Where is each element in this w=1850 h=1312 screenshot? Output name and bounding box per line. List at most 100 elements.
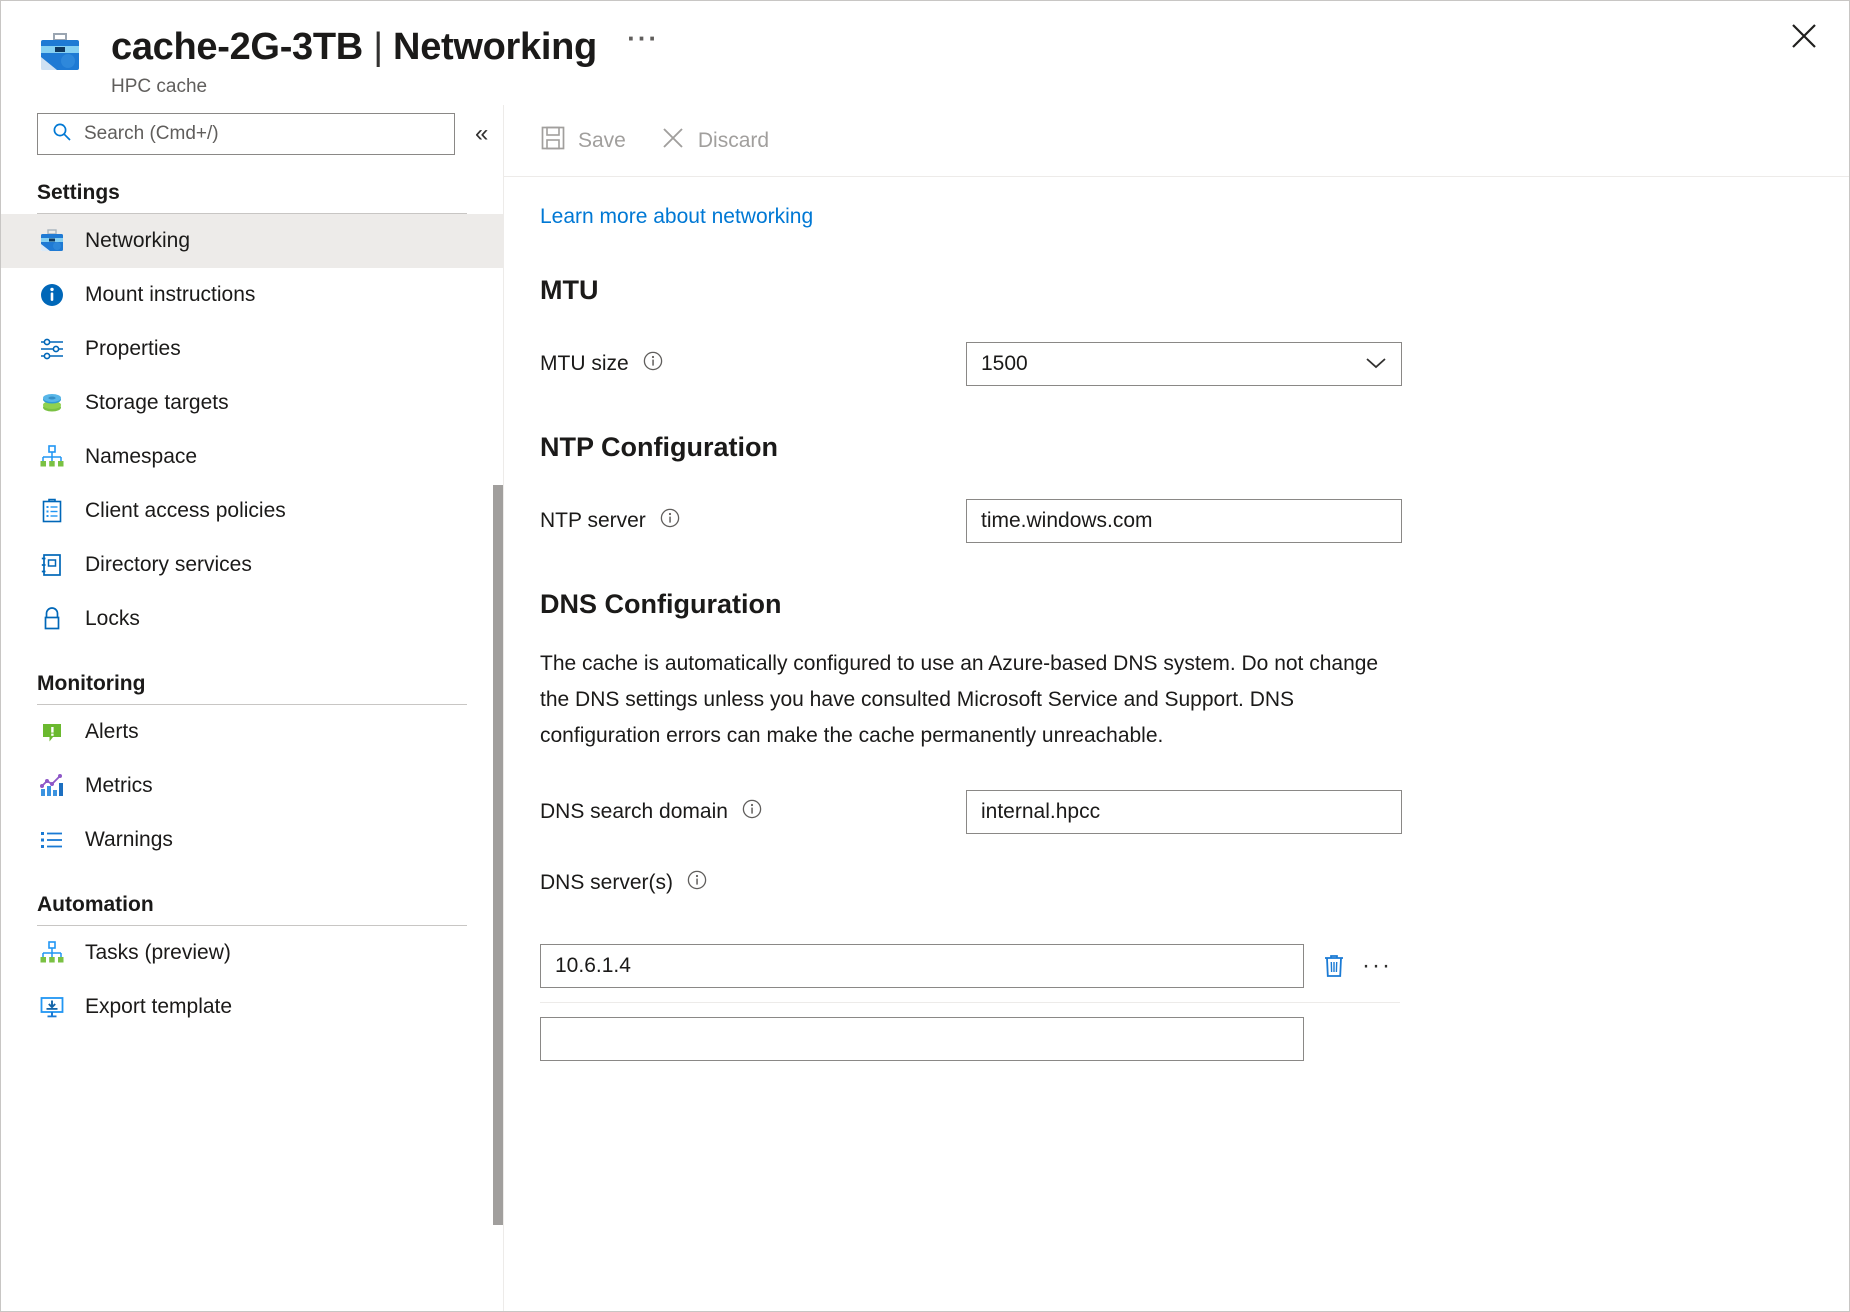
ntp-server-label-group: NTP server bbox=[540, 508, 966, 534]
hierarchy-icon bbox=[37, 938, 67, 968]
list-icon bbox=[37, 825, 67, 855]
mtu-size-row: MTU size 1500 bbox=[540, 342, 1849, 386]
clipboard-list-icon bbox=[37, 496, 67, 526]
dns-servers-label-row: DNS server(s) bbox=[540, 870, 1849, 896]
mtu-size-value: 1500 bbox=[981, 343, 1028, 385]
sidebar-item-label: Locks bbox=[85, 606, 140, 632]
sidebar-item-label: Namespace bbox=[85, 444, 197, 470]
sidebar: « Settings Networking bbox=[1, 105, 504, 1311]
dns-server-value: 10.6.1.4 bbox=[555, 954, 631, 978]
ntp-server-label: NTP server bbox=[540, 509, 646, 533]
dns-server-row bbox=[540, 1003, 1400, 1075]
sidebar-item-export-template[interactable]: Export template bbox=[1, 980, 503, 1034]
sidebar-item-label: Mount instructions bbox=[85, 282, 255, 308]
database-disks-icon bbox=[37, 388, 67, 418]
sidebar-item-storage-targets[interactable]: Storage targets bbox=[1, 376, 503, 430]
sidebar-item-mount-instructions[interactable]: Mount instructions bbox=[1, 268, 503, 322]
ntp-server-value: time.windows.com bbox=[981, 500, 1153, 542]
sidebar-item-warnings[interactable]: Warnings bbox=[1, 813, 503, 867]
section-title-mtu: MTU bbox=[540, 275, 1849, 306]
ntp-server-row: NTP server time.windows.com bbox=[540, 499, 1849, 543]
collapse-sidebar-button[interactable]: « bbox=[475, 120, 488, 148]
section-title-ntp: NTP Configuration bbox=[540, 432, 1849, 463]
save-button-label: Save bbox=[578, 129, 626, 153]
hierarchy-icon bbox=[37, 442, 67, 472]
save-button[interactable]: Save bbox=[540, 125, 626, 157]
sidebar-item-namespace[interactable]: Namespace bbox=[1, 430, 503, 484]
sidebar-item-label: Metrics bbox=[85, 773, 153, 799]
sidebar-item-label: Storage targets bbox=[85, 390, 229, 416]
page-title-resource: cache-2G-3TB bbox=[111, 26, 363, 68]
networking-blade: cache-2G-3TB | Networking ··· HPC cache bbox=[0, 0, 1850, 1312]
sidebar-item-metrics[interactable]: Metrics bbox=[1, 759, 503, 813]
sidebar-item-locks[interactable]: Locks bbox=[1, 592, 503, 646]
dns-search-domain-label-group: DNS search domain bbox=[540, 799, 966, 825]
sidebar-item-label: Warnings bbox=[85, 827, 173, 853]
dns-servers-list: 10.6.1.4 bbox=[540, 930, 1849, 1075]
dns-search-domain-row: DNS search domain internal.hpcc bbox=[540, 790, 1849, 834]
dns-servers-label: DNS server(s) bbox=[540, 871, 673, 895]
page-title: cache-2G-3TB | Networking ··· bbox=[111, 15, 1849, 70]
save-disk-icon bbox=[540, 125, 566, 157]
sidebar-search-row: « bbox=[1, 105, 503, 155]
export-monitor-icon bbox=[37, 992, 67, 1022]
mtu-size-label: MTU size bbox=[540, 352, 629, 376]
section-title-dns: DNS Configuration bbox=[540, 589, 1849, 620]
sidebar-item-tasks-preview[interactable]: Tasks (preview) bbox=[1, 926, 503, 980]
blade-body: « Settings Networking bbox=[1, 105, 1849, 1311]
sidebar-item-label: Networking bbox=[85, 228, 190, 254]
ntp-server-input[interactable]: time.windows.com bbox=[966, 499, 1402, 543]
dns-search-domain-label: DNS search domain bbox=[540, 800, 728, 824]
sidebar-item-properties[interactable]: Properties bbox=[1, 322, 503, 376]
sidebar-item-networking[interactable]: Networking bbox=[1, 214, 503, 268]
info-icon[interactable] bbox=[643, 351, 663, 377]
dns-description: The cache is automatically configured to… bbox=[540, 646, 1400, 754]
dns-search-domain-value: internal.hpcc bbox=[981, 791, 1100, 833]
close-icon bbox=[1790, 22, 1818, 55]
main-content: Save Discard Learn more about networking… bbox=[504, 105, 1849, 1311]
dns-server-row: 10.6.1.4 bbox=[540, 930, 1400, 1003]
sidebar-item-client-access-policies[interactable]: Client access policies bbox=[1, 484, 503, 538]
blade-header: cache-2G-3TB | Networking ··· HPC cache bbox=[1, 1, 1849, 105]
networking-form: Learn more about networking MTU MTU size bbox=[504, 177, 1849, 1075]
sidebar-group-title-automation: Automation bbox=[1, 867, 503, 925]
dns-search-domain-input[interactable]: internal.hpcc bbox=[966, 790, 1402, 834]
info-circle-icon bbox=[37, 280, 67, 310]
dns-server-row-actions: ··· bbox=[1322, 953, 1392, 979]
info-icon[interactable] bbox=[687, 870, 707, 896]
hpc-cache-icon bbox=[37, 226, 67, 256]
lock-icon bbox=[37, 604, 67, 634]
page-title-separator: | bbox=[373, 26, 383, 68]
sidebar-item-label: Directory services bbox=[85, 552, 252, 578]
dns-server-input[interactable] bbox=[540, 1017, 1304, 1061]
command-toolbar: Save Discard bbox=[504, 105, 1849, 177]
search-input[interactable] bbox=[82, 122, 444, 146]
discard-button[interactable]: Discard bbox=[660, 125, 769, 157]
close-blade-button[interactable] bbox=[1781, 15, 1827, 61]
info-icon[interactable] bbox=[660, 508, 680, 534]
mtu-size-label-group: MTU size bbox=[540, 351, 966, 377]
search-box[interactable] bbox=[37, 113, 455, 155]
search-icon bbox=[52, 122, 72, 147]
trash-icon[interactable] bbox=[1322, 953, 1346, 979]
sidebar-item-label: Export template bbox=[85, 994, 232, 1020]
ellipsis-icon[interactable]: ··· bbox=[1362, 956, 1392, 976]
alert-bang-icon bbox=[37, 717, 67, 747]
dns-server-input[interactable]: 10.6.1.4 bbox=[540, 944, 1304, 988]
sidebar-item-label: Tasks (preview) bbox=[85, 940, 231, 966]
sliders-icon bbox=[37, 334, 67, 364]
sidebar-item-label: Properties bbox=[85, 336, 181, 362]
sidebar-item-label: Alerts bbox=[85, 719, 139, 745]
mtu-size-select[interactable]: 1500 bbox=[966, 342, 1402, 386]
info-icon[interactable] bbox=[742, 799, 762, 825]
dns-servers-label-group: DNS server(s) bbox=[540, 870, 966, 896]
directory-book-icon bbox=[37, 550, 67, 580]
metrics-chart-icon bbox=[37, 771, 67, 801]
sidebar-item-label: Client access policies bbox=[85, 498, 286, 524]
header-more-menu-icon[interactable]: ··· bbox=[627, 15, 659, 61]
sidebar-item-alerts[interactable]: Alerts bbox=[1, 705, 503, 759]
learn-more-link[interactable]: Learn more about networking bbox=[540, 205, 813, 229]
page-title-section: Networking bbox=[393, 26, 597, 68]
sidebar-scrollbar-thumb[interactable] bbox=[493, 485, 503, 1225]
sidebar-item-directory-services[interactable]: Directory services bbox=[1, 538, 503, 592]
